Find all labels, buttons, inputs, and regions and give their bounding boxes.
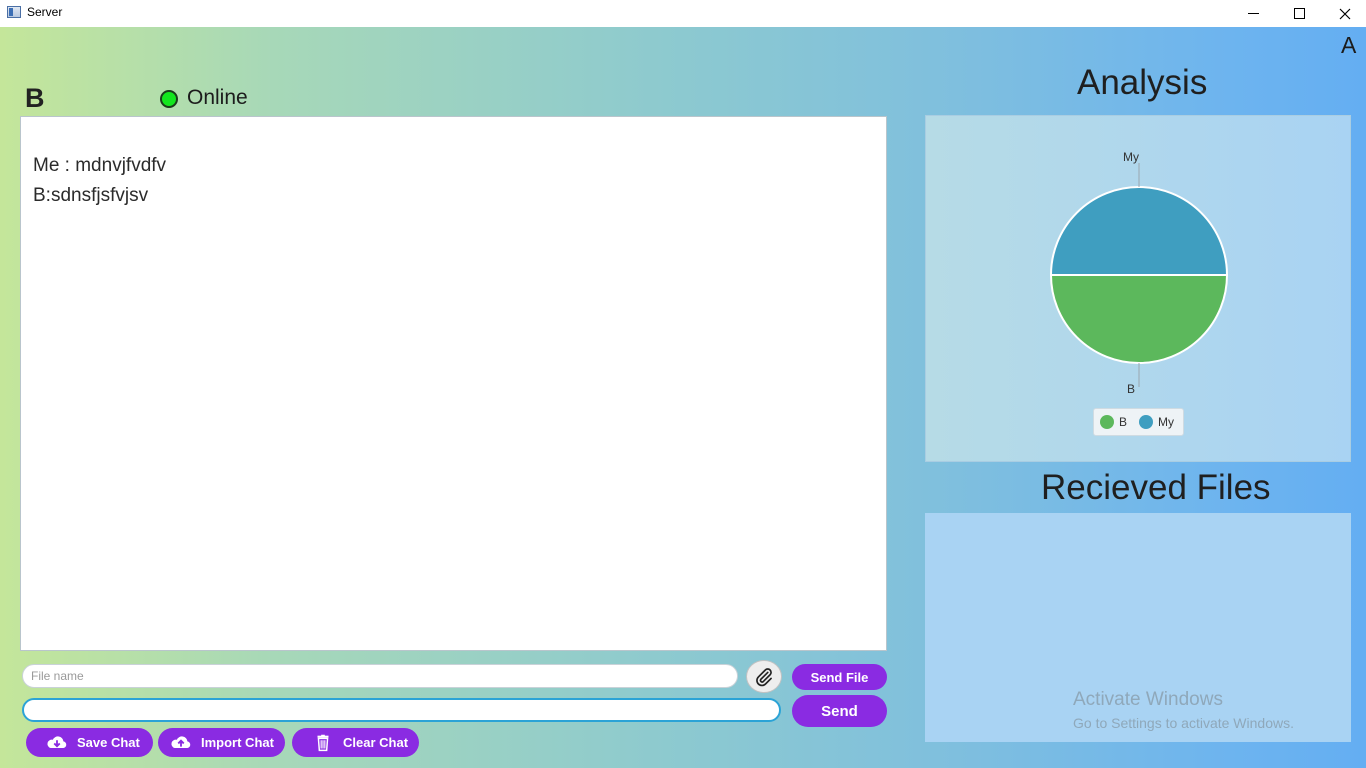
maximize-button[interactable] <box>1276 0 1322 27</box>
file-name-input[interactable] <box>22 664 738 688</box>
legend-label: My <box>1158 415 1175 429</box>
maximize-icon <box>1293 8 1305 19</box>
clear-chat-button[interactable]: Clear Chat <box>292 728 419 757</box>
clear-chat-label: Clear Chat <box>343 735 409 750</box>
status-text: Online <box>187 86 248 109</box>
activation-watermark-title: Activate Windows <box>1073 689 1223 710</box>
legend-item-my: My <box>1139 415 1174 429</box>
minimize-button[interactable] <box>1230 0 1276 27</box>
attach-file-button[interactable] <box>746 660 782 693</box>
activation-watermark-subtitle: Go to Settings to activate Windows. <box>1073 715 1294 731</box>
chart-legend: B My <box>1093 408 1184 436</box>
message-input[interactable] <box>22 698 781 722</box>
pie-label-b: B <box>1127 382 1135 396</box>
online-status-icon <box>160 90 178 108</box>
window-titlebar: Server <box>0 0 1366 27</box>
close-button[interactable] <box>1322 0 1366 27</box>
send-button[interactable]: Send <box>792 695 887 727</box>
save-chat-label: Save Chat <box>77 735 140 750</box>
received-files-title: Recieved Files <box>1041 468 1271 507</box>
cloud-upload-icon <box>171 735 191 748</box>
legend-label: B <box>1119 415 1128 429</box>
trash-icon <box>317 734 329 751</box>
analysis-title: Analysis <box>1077 63 1208 102</box>
chat-history[interactable]: Me : mdnvjfvdfv B:sdnsfjsfvjsv <box>20 116 887 651</box>
save-chat-button[interactable]: Save Chat <box>26 728 153 757</box>
pie-slice-b <box>1049 274 1229 364</box>
user-label: A <box>1341 32 1357 58</box>
cloud-download-icon <box>47 735 67 748</box>
minimize-icon <box>1247 13 1259 14</box>
legend-item-b: B <box>1100 415 1127 429</box>
window-title: Server <box>27 5 63 19</box>
paperclip-icon <box>756 667 772 686</box>
pie-slice-my <box>1049 186 1229 276</box>
main-content: A B Online Me : mdnvjfvdfv B:sdnsfjsfvjs… <box>0 27 1366 768</box>
import-chat-button[interactable]: Import Chat <box>158 728 285 757</box>
import-chat-label: Import Chat <box>201 735 274 750</box>
chat-message: Me : mdnvjfvdfv <box>33 155 167 176</box>
close-icon <box>1339 8 1351 19</box>
send-file-button[interactable]: Send File <box>792 664 887 690</box>
app-icon <box>7 6 21 18</box>
legend-swatch <box>1139 415 1154 429</box>
pie-label-my: My <box>1123 150 1139 164</box>
chat-message: B:sdnsfjsfvjsv <box>33 185 149 206</box>
peer-name: B <box>25 83 45 113</box>
legend-swatch <box>1100 415 1114 429</box>
